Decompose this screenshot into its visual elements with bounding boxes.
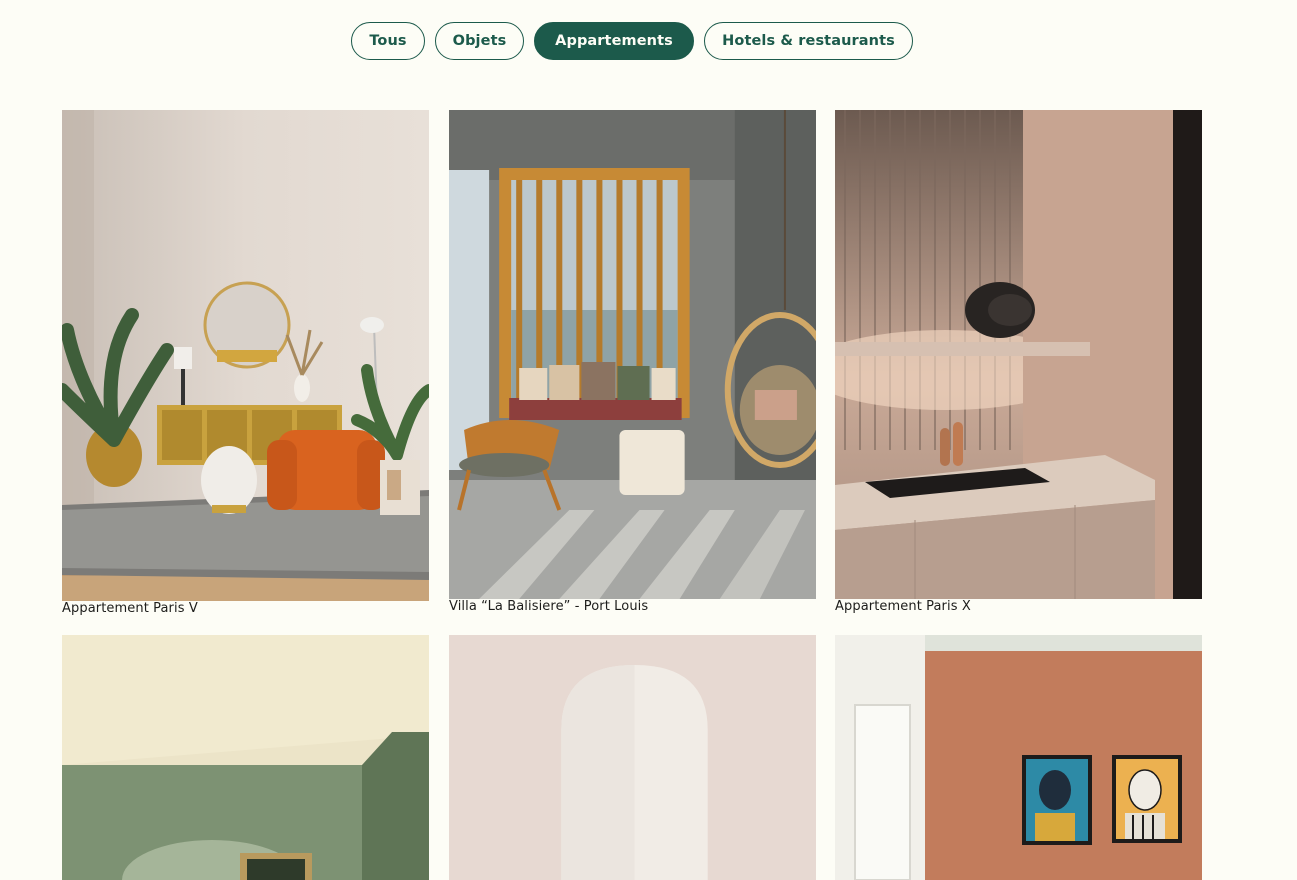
filter-tous-button[interactable]: Tous xyxy=(351,22,425,60)
project-photo-arch[interactable] xyxy=(449,635,816,880)
filter-hotels-restaurants-button[interactable]: Hotels & restaurants xyxy=(704,22,913,60)
filter-appartements-button[interactable]: Appartements xyxy=(534,22,694,60)
project-caption: Appartement Paris X xyxy=(835,599,971,614)
project-photo-terracotta-room[interactable] xyxy=(835,635,1202,880)
project-photo-villa[interactable] xyxy=(449,110,816,599)
project-photo-living-room[interactable] xyxy=(62,110,429,601)
project-caption: Villa “La Balisiere” - Port Louis xyxy=(449,599,649,614)
category-filter-bar: Tous Objets Appartements Hotels & restau… xyxy=(351,22,913,60)
project-photo-green-room[interactable] xyxy=(62,635,429,880)
filter-objets-button[interactable]: Objets xyxy=(435,22,524,60)
project-caption: Appartement Paris V xyxy=(62,601,198,616)
project-photo-kitchen[interactable] xyxy=(835,110,1202,599)
